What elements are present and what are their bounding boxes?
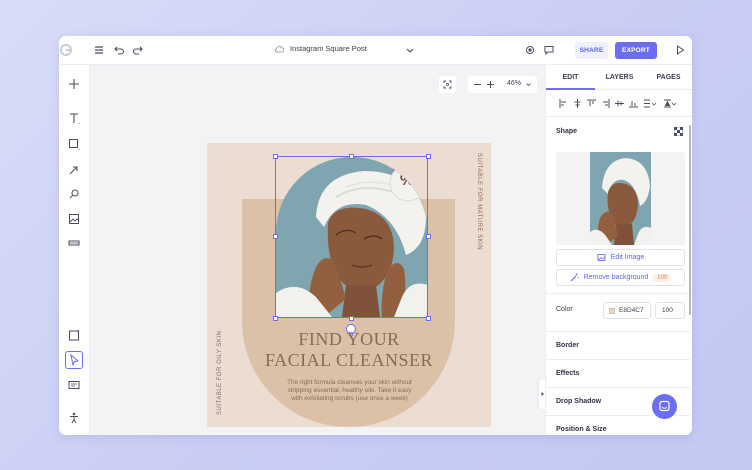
chevron-down-icon[interactable] bbox=[403, 43, 417, 57]
align-left-icon[interactable] bbox=[559, 99, 568, 108]
body-copy-line-3: with exfoliating scrubs (use once a week… bbox=[291, 395, 408, 402]
align-bottom-icon[interactable] bbox=[629, 99, 638, 108]
magic-wand-icon bbox=[570, 273, 579, 282]
tab-layers[interactable]: LAYERS bbox=[595, 65, 644, 90]
zoom-chevron-icon[interactable] bbox=[525, 81, 532, 88]
resize-handle-bl[interactable] bbox=[273, 316, 278, 321]
undo-icon[interactable] bbox=[112, 43, 126, 57]
edit-image-icon bbox=[597, 254, 606, 261]
edit-image-button[interactable]: Edit Image bbox=[556, 249, 685, 266]
resize-handle-tm[interactable] bbox=[349, 154, 354, 159]
resize-handle-tl[interactable] bbox=[273, 154, 278, 159]
play-icon[interactable] bbox=[673, 43, 687, 57]
selection-box[interactable] bbox=[275, 156, 428, 318]
color-swatch[interactable] bbox=[609, 308, 615, 314]
zoom-in-icon[interactable] bbox=[484, 78, 497, 91]
remove-background-credits-badge: 100 bbox=[653, 273, 672, 282]
align-center-h-icon[interactable] bbox=[573, 99, 582, 108]
divider bbox=[546, 331, 690, 332]
border-section-title[interactable]: Border bbox=[556, 342, 579, 349]
remove-background-button[interactable]: Remove background 100 bbox=[556, 269, 685, 286]
drop-shadow-section-title[interactable]: Drop Shadow bbox=[556, 398, 601, 405]
side-text-right[interactable]: SUITABLE FOR MATURE SKIN bbox=[476, 153, 482, 250]
headline-line-1[interactable]: FIND YOUR bbox=[207, 329, 491, 350]
design-artboard[interactable]: % ON SALE FIND YOUR FACIAL CLEANSER The … bbox=[207, 143, 491, 427]
distribute-v-chevron-icon[interactable] bbox=[671, 99, 677, 108]
color-row: Color E8D4C7 100 bbox=[556, 302, 685, 319]
body-copy-line-1: The right formula cleanses your skin wit… bbox=[287, 379, 412, 386]
add-icon[interactable] bbox=[67, 77, 81, 91]
alignment-toolbar bbox=[546, 90, 692, 117]
divider bbox=[546, 359, 690, 360]
redo-icon[interactable] bbox=[131, 43, 145, 57]
remove-background-label: Remove background bbox=[583, 274, 649, 281]
record-icon[interactable] bbox=[523, 43, 537, 57]
panel-tabs: EDIT LAYERS PAGES bbox=[546, 65, 692, 90]
align-right-icon[interactable] bbox=[601, 99, 610, 108]
zoom-controls: 46% bbox=[468, 76, 537, 93]
align-middle-v-icon[interactable] bbox=[615, 99, 624, 108]
resize-handle-bm[interactable] bbox=[349, 316, 354, 321]
color-input[interactable]: E8D4C7 bbox=[603, 302, 651, 319]
divider bbox=[546, 387, 690, 388]
text-tool-icon[interactable] bbox=[67, 111, 81, 125]
frame-tool-icon[interactable] bbox=[67, 328, 81, 342]
resize-handle-mr[interactable] bbox=[426, 234, 431, 239]
resize-handle-tr[interactable] bbox=[426, 154, 431, 159]
top-toolbar: Instagram Square Post SHARE EXPORT bbox=[59, 36, 692, 65]
cloud-icon bbox=[274, 45, 284, 52]
chat-icon bbox=[659, 400, 670, 412]
left-toolbar bbox=[59, 65, 90, 435]
checkerboard-icon[interactable] bbox=[674, 127, 683, 136]
distribute-h-chevron-icon[interactable] bbox=[651, 99, 657, 108]
table-tool-icon[interactable] bbox=[67, 236, 81, 250]
divider bbox=[546, 293, 690, 294]
zoom-level[interactable]: 46% bbox=[507, 80, 521, 87]
document-title[interactable]: Instagram Square Post bbox=[274, 44, 367, 53]
opacity-value[interactable]: 100 bbox=[662, 307, 673, 314]
resize-handle-br[interactable] bbox=[426, 316, 431, 321]
document-title-label: Instagram Square Post bbox=[290, 44, 367, 53]
side-text-left[interactable]: SUITABLE FOR OILY SKIN bbox=[217, 331, 223, 415]
color-label: Color bbox=[556, 306, 573, 313]
tab-edit[interactable]: EDIT bbox=[546, 65, 595, 90]
chat-support-button[interactable] bbox=[652, 394, 677, 419]
shape-section-title: Shape bbox=[556, 128, 578, 135]
editor-window: Instagram Square Post SHARE EXPORT 46% %… bbox=[59, 36, 692, 435]
effects-section-title[interactable]: Effects bbox=[556, 370, 579, 377]
comment-icon[interactable] bbox=[542, 43, 556, 57]
share-button[interactable]: SHARE bbox=[575, 42, 608, 59]
shape-tool-icon[interactable] bbox=[67, 137, 81, 151]
headline-line-2[interactable]: FACIAL CLEANSER bbox=[207, 350, 491, 371]
select-tool-icon[interactable] bbox=[65, 351, 83, 369]
zoom-out-icon[interactable] bbox=[471, 78, 484, 91]
color-hex-value[interactable]: E8D4C7 bbox=[619, 307, 644, 314]
shape-image-preview[interactable] bbox=[556, 152, 685, 245]
media-tool-icon[interactable] bbox=[67, 378, 81, 392]
app-logo-icon[interactable] bbox=[59, 36, 73, 65]
accessibility-icon[interactable] bbox=[67, 411, 81, 425]
fit-screen-button[interactable] bbox=[439, 76, 456, 93]
properties-panel: EDIT LAYERS PAGES Shape Edit Image Remov… bbox=[545, 65, 692, 435]
line-tool-icon[interactable] bbox=[67, 163, 81, 177]
menu-icon[interactable] bbox=[92, 43, 106, 57]
position-size-section-title[interactable]: Position & Size bbox=[556, 426, 607, 433]
resize-handle-ml[interactable] bbox=[273, 234, 278, 239]
tab-pages[interactable]: PAGES bbox=[644, 65, 692, 90]
export-button[interactable]: EXPORT bbox=[615, 42, 657, 59]
align-top-icon[interactable] bbox=[587, 99, 596, 108]
panel-scrollbar[interactable] bbox=[689, 125, 691, 315]
canvas-area[interactable]: 46% % ON SALE FIND YOUR FACIAL CLEANSER … bbox=[90, 65, 546, 435]
body-copy[interactable]: The right formula cleanses your skin wit… bbox=[272, 379, 427, 403]
pen-tool-icon[interactable] bbox=[67, 187, 81, 201]
image-tool-icon[interactable] bbox=[67, 212, 81, 226]
edit-image-label: Edit Image bbox=[610, 254, 645, 261]
body-copy-line-2: stripping essential, healthy oils. Take … bbox=[287, 387, 412, 394]
opacity-input[interactable]: 100 bbox=[655, 302, 685, 319]
